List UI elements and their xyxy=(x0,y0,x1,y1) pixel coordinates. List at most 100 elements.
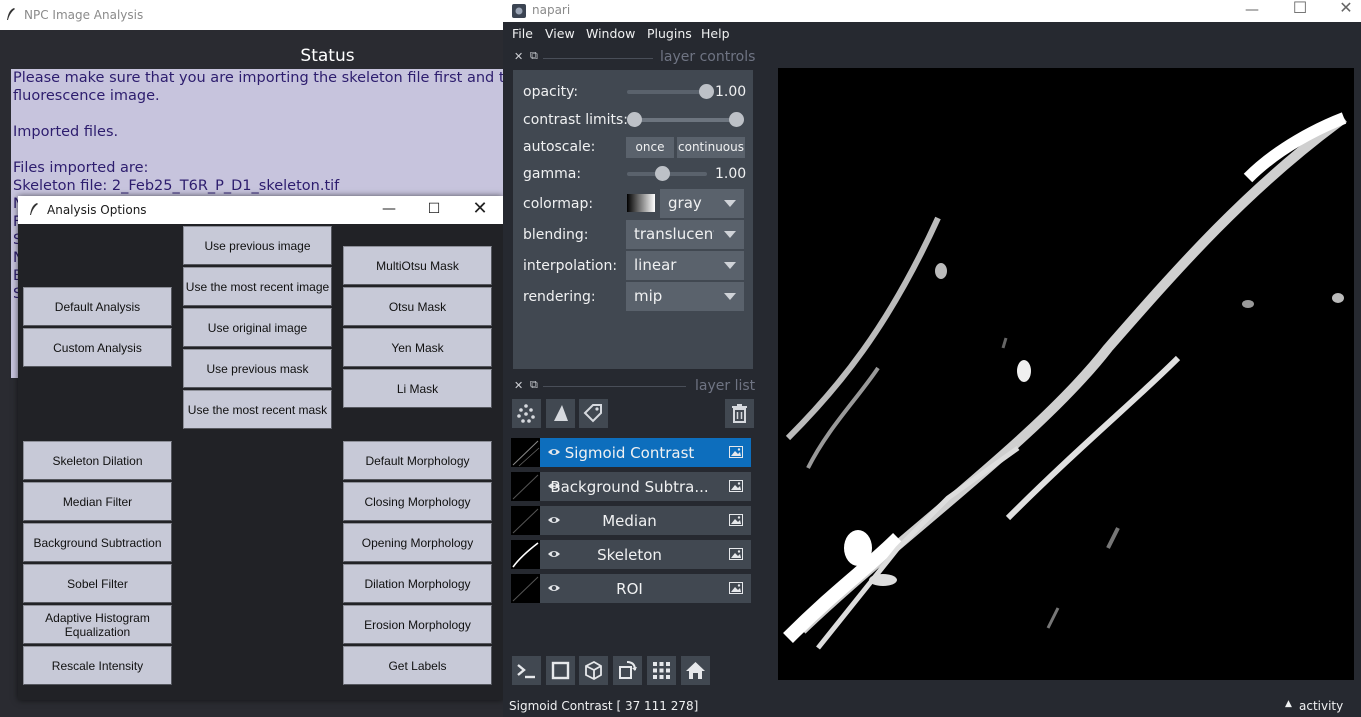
points-icon xyxy=(517,404,535,423)
console-button[interactable] xyxy=(512,656,541,685)
layer-row-background-subtraction[interactable]: Background Subtra... xyxy=(511,472,751,501)
yen-mask-button[interactable]: Yen Mask xyxy=(343,328,492,367)
colormap-dropdown[interactable]: gray xyxy=(660,189,744,218)
napari-logo-icon xyxy=(512,4,526,18)
caret-up-icon: ▲ xyxy=(1285,699,1292,709)
contrast-max-handle[interactable] xyxy=(729,112,744,127)
close-button[interactable]: ✕ xyxy=(457,196,503,224)
contrast-limits-label: contrast limits: xyxy=(523,112,628,128)
background-subtraction-button[interactable]: Background Subtraction xyxy=(23,523,172,562)
grid-icon xyxy=(653,662,670,679)
ndisplay-button[interactable] xyxy=(546,656,575,685)
erosion-morphology-button[interactable]: Erosion Morphology xyxy=(343,605,492,644)
trash-icon xyxy=(732,404,747,423)
layer-row-median[interactable]: Median xyxy=(511,506,751,535)
skeleton-dilation-button[interactable]: Skeleton Dilation xyxy=(23,441,172,480)
layer-thumbnail xyxy=(511,438,540,467)
dock-close-icon[interactable]: ✕ xyxy=(514,50,523,63)
use-most-recent-image-button[interactable]: Use the most recent image xyxy=(183,267,332,306)
minimize-button[interactable]: — xyxy=(366,196,412,224)
activity-button[interactable]: activity xyxy=(1299,699,1343,713)
layer-thumbnail xyxy=(511,472,540,501)
autoscale-continuous-button[interactable]: continuous xyxy=(677,137,745,158)
use-most-recent-mask-button[interactable]: Use the most recent mask xyxy=(183,390,332,429)
menu-file[interactable]: File xyxy=(512,26,533,41)
opacity-label: opacity: xyxy=(523,84,579,100)
opening-morphology-button[interactable]: Opening Morphology xyxy=(343,523,492,562)
layer-row-skeleton[interactable]: Skeleton xyxy=(511,540,751,569)
dock-divider xyxy=(543,386,686,387)
label-tag-icon xyxy=(583,404,602,423)
interpolation-dropdown[interactable]: linear xyxy=(626,251,744,280)
image-layer-icon xyxy=(729,582,743,594)
sobel-filter-button[interactable]: Sobel Filter xyxy=(23,564,172,603)
new-shapes-layer-button[interactable] xyxy=(546,399,575,428)
adaptive-histogram-equalization-button[interactable]: Adaptive Histogram Equalization xyxy=(23,605,172,644)
colormap-label: colormap: xyxy=(523,196,594,212)
shapes-icon xyxy=(554,405,568,421)
opacity-slider[interactable] xyxy=(627,90,707,94)
maximize-button[interactable]: ☐ xyxy=(411,196,457,224)
image-layer-icon xyxy=(729,548,743,560)
layer-row-roi[interactable]: ROI xyxy=(511,574,751,603)
menu-help[interactable]: Help xyxy=(701,26,730,41)
grid-view-button[interactable] xyxy=(647,656,676,685)
delete-layer-button[interactable] xyxy=(725,399,754,428)
dock-close-icon[interactable]: ✕ xyxy=(514,379,523,392)
get-labels-button[interactable]: Get Labels xyxy=(343,646,492,685)
layer-name: Median xyxy=(602,512,657,530)
maximize-button[interactable]: ☐ xyxy=(1277,0,1323,23)
autoscale-label: autoscale: xyxy=(523,139,596,155)
rescale-intensity-button[interactable]: Rescale Intensity xyxy=(23,646,172,685)
multiotsu-mask-button[interactable]: MultiOtsu Mask xyxy=(343,246,492,285)
gamma-slider-handle[interactable] xyxy=(655,166,670,181)
use-previous-image-button[interactable]: Use previous image xyxy=(183,226,332,265)
contrast-limits-slider[interactable] xyxy=(634,118,744,122)
otsu-mask-button[interactable]: Otsu Mask xyxy=(343,287,492,326)
gamma-value: 1.00 xyxy=(715,166,747,182)
layer-thumbnail xyxy=(511,506,540,535)
transpose-button[interactable] xyxy=(613,656,642,685)
feather-icon xyxy=(7,8,15,20)
home-button[interactable] xyxy=(681,656,710,685)
analysis-options-dialog: Analysis Options — ☐ ✕ Default Analysis … xyxy=(18,196,503,700)
blending-dropdown[interactable]: translucent xyxy=(626,220,744,249)
image-layer-icon xyxy=(729,480,743,492)
contrast-min-handle[interactable] xyxy=(627,112,642,127)
new-points-layer-button[interactable] xyxy=(512,399,541,428)
colormap-value: gray xyxy=(668,194,702,212)
layer-name: Background Subtra... xyxy=(550,478,709,496)
cube-icon xyxy=(585,660,602,681)
dock-float-icon[interactable]: ⧉ xyxy=(530,378,538,392)
dock-float-icon[interactable]: ⧉ xyxy=(530,49,538,63)
opacity-slider-handle[interactable] xyxy=(699,84,714,99)
default-analysis-button[interactable]: Default Analysis xyxy=(23,287,172,326)
closing-morphology-button[interactable]: Closing Morphology xyxy=(343,482,492,521)
use-original-image-button[interactable]: Use original image xyxy=(183,308,332,347)
menu-plugins[interactable]: Plugins xyxy=(647,26,692,41)
use-previous-mask-button[interactable]: Use previous mask xyxy=(183,349,332,388)
feather-icon xyxy=(30,203,38,215)
layer-row-sigmoid-contrast[interactable]: Sigmoid Contrast xyxy=(511,438,751,467)
layer-controls-header: layer controls xyxy=(660,49,756,65)
rendering-dropdown[interactable]: mip xyxy=(626,282,744,311)
li-mask-button[interactable]: Li Mask xyxy=(343,369,492,408)
menu-view[interactable]: View xyxy=(545,26,575,41)
dilation-morphology-button[interactable]: Dilation Morphology xyxy=(343,564,492,603)
image-layer-icon xyxy=(729,446,743,458)
autoscale-once-button[interactable]: once xyxy=(626,137,674,158)
layer-name: Skeleton xyxy=(597,546,662,564)
opacity-value: 1.00 xyxy=(715,84,747,100)
analysis-options-titlebar: Analysis Options — ☐ ✕ xyxy=(18,196,503,224)
dock-divider xyxy=(543,58,653,59)
image-canvas[interactable] xyxy=(778,68,1354,680)
median-filter-button[interactable]: Median Filter xyxy=(23,482,172,521)
menu-window[interactable]: Window xyxy=(586,26,635,41)
roll-dims-button[interactable] xyxy=(579,656,608,685)
gamma-label: gamma: xyxy=(523,166,582,182)
chevron-down-icon xyxy=(724,231,736,238)
custom-analysis-button[interactable]: Custom Analysis xyxy=(23,328,172,367)
close-button[interactable]: ✕ xyxy=(1323,0,1361,23)
new-labels-layer-button[interactable] xyxy=(579,399,608,428)
default-morphology-button[interactable]: Default Morphology xyxy=(343,441,492,480)
